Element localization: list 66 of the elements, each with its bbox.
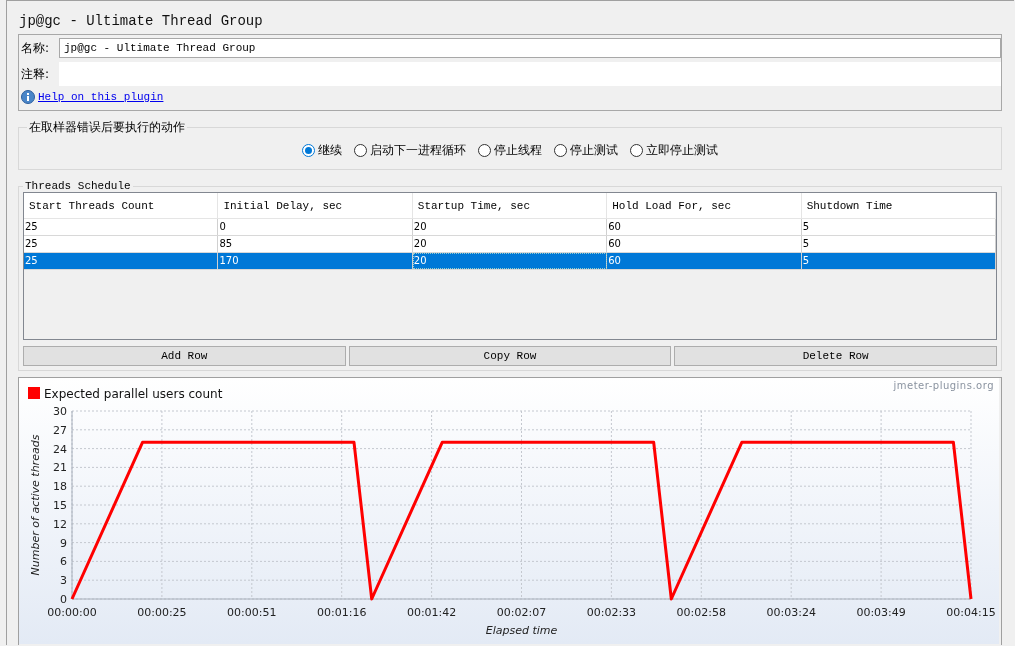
column-header[interactable]: Start Threads Count	[24, 193, 219, 218]
y-tick-label: 18	[53, 480, 67, 494]
x-tick-label: 00:02:33	[586, 606, 637, 619]
y-tick-label: 30	[53, 405, 67, 418]
y-tick-label: 15	[53, 499, 67, 512]
x-axis-title: Elapsed time	[485, 624, 558, 637]
y-tick-label: 12	[53, 517, 67, 531]
table-cell: 60	[607, 253, 802, 269]
table-row[interactable]: 25 170 20 60 5	[24, 253, 996, 270]
table-cell: 170	[218, 253, 413, 269]
radio-option[interactable]: 立即停止测试	[630, 142, 718, 159]
table-cell: 60	[607, 236, 802, 252]
x-tick-label: 00:02:07	[496, 606, 547, 619]
table-cell: 5	[801, 219, 997, 235]
x-tick-label: 00:04:15	[946, 606, 996, 619]
radio-option[interactable]: 继续	[302, 142, 342, 159]
credit-text: jmeter-plugins.org	[893, 380, 994, 391]
x-tick-label: 00:00:00	[47, 606, 97, 619]
table-cell: 20	[412, 253, 608, 269]
legend-label: Expected parallel users count	[44, 387, 223, 401]
y-tick-label: 6	[60, 555, 67, 569]
table-cell: 0	[218, 219, 413, 235]
group-title: 在取样器错误后要执行的动作	[28, 119, 186, 136]
column-header[interactable]: Initial Delay, sec	[218, 193, 413, 218]
y-tick-label: 24	[53, 442, 67, 456]
radio-option[interactable]: 停止测试	[554, 142, 618, 159]
row-action-button[interactable]: Copy Row	[348, 346, 672, 366]
radio-option[interactable]: 启动下一进程循环	[354, 142, 466, 159]
column-header[interactable]: Hold Load For, sec	[607, 193, 802, 218]
y-tick-label: 0	[60, 593, 67, 606]
x-tick-label: 00:00:51	[227, 606, 277, 619]
table-cell: 60	[607, 219, 802, 235]
table-cell: 5	[801, 236, 997, 252]
x-tick-label: 00:01:42	[406, 606, 457, 619]
name-label: 名称:	[21, 39, 51, 57]
comment-label: 注释:	[21, 65, 51, 83]
table-cell: 5	[801, 253, 997, 269]
x-tick-label: 00:02:58	[676, 606, 726, 619]
y-axis-title: Number of active threads	[29, 434, 42, 576]
column-header[interactable]: Startup Time, sec	[412, 193, 608, 218]
y-tick-label: 9	[60, 536, 67, 550]
y-tick-label: 27	[53, 423, 67, 437]
y-tick-label: 21	[53, 461, 67, 475]
row-action-button[interactable]: Delete Row	[674, 346, 997, 366]
column-header[interactable]: Shutdown Time	[801, 193, 997, 218]
table-cell: 85	[218, 236, 413, 252]
comment-field[interactable]	[59, 62, 1001, 86]
x-tick-label: 00:00:25	[137, 606, 187, 619]
help-link[interactable]: Help on this plugin	[38, 91, 164, 103]
radio-option[interactable]: 停止线程	[478, 142, 542, 159]
table-cell: 25	[24, 219, 219, 235]
x-tick-label: 00:03:49	[856, 606, 906, 619]
table-cell: 20	[412, 219, 608, 235]
row-action-button[interactable]: Add Row	[23, 346, 346, 366]
x-tick-label: 00:01:16	[317, 606, 367, 619]
group-title: Threads Schedule	[24, 180, 132, 192]
name-field[interactable]: jp@gc - Ultimate Thread Group	[59, 38, 1001, 58]
y-tick-label: 3	[60, 574, 67, 588]
table-cell: 20	[412, 236, 608, 252]
table-cell: 25	[24, 236, 219, 252]
table-row[interactable]: 25 85 20 60 5	[24, 236, 996, 253]
page-title: jp@gc - Ultimate Thread Group	[18, 12, 264, 31]
table-row[interactable]: 25 0 20 60 5	[24, 219, 996, 236]
info-icon	[21, 90, 35, 104]
table-cell: 25	[24, 253, 219, 269]
x-tick-label: 00:03:24	[766, 606, 816, 619]
